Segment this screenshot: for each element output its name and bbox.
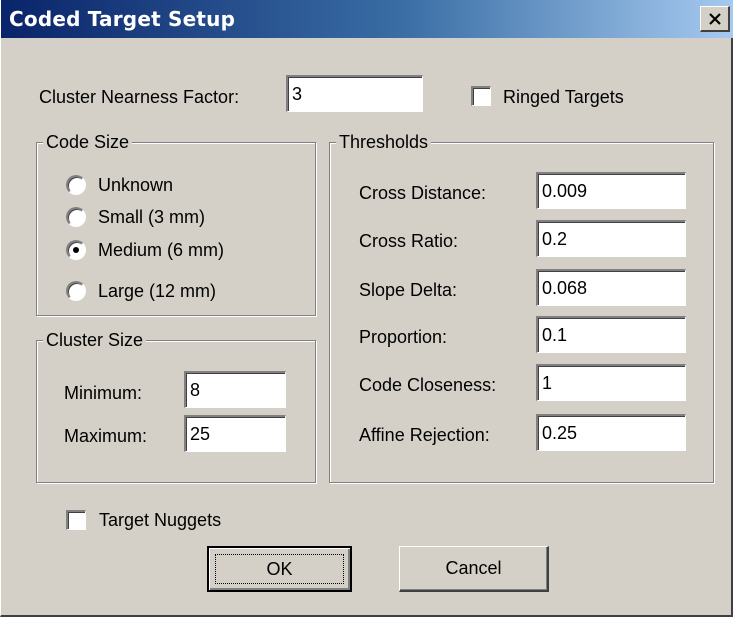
ok-button[interactable]: OK (207, 546, 352, 592)
code-size-small-radio[interactable] (66, 207, 86, 227)
cross-distance-label: Cross Distance: (359, 183, 487, 203)
slope-delta-label: Slope Delta: (359, 280, 458, 300)
affine-rejection-input[interactable] (536, 414, 686, 451)
proportion-input[interactable] (536, 316, 686, 353)
code-size-unknown-radio[interactable] (66, 175, 86, 195)
cross-ratio-label: Cross Ratio: (359, 231, 459, 251)
coded-target-setup-dialog: Coded Target Setup Cluster Nearness Fact… (0, 0, 733, 617)
code-closeness-input[interactable] (536, 364, 686, 401)
code-size-medium-label: Medium (6 mm) (98, 240, 225, 260)
close-icon (708, 12, 721, 25)
target-nuggets-label: Target Nuggets (99, 510, 222, 530)
cross-ratio-input[interactable] (536, 220, 686, 257)
window-title: Coded Target Setup (9, 7, 236, 31)
cluster-size-maximum-label: Maximum: (64, 426, 148, 446)
cross-distance-input[interactable] (536, 172, 686, 209)
slope-delta-input[interactable] (536, 269, 686, 306)
code-size-unknown-label: Unknown (98, 175, 174, 195)
code-size-large-radio[interactable] (66, 281, 86, 301)
cluster-size-minimum-label: Minimum: (64, 383, 143, 403)
cluster-nearness-input[interactable] (286, 75, 423, 112)
ringed-targets-checkbox[interactable] (471, 86, 491, 106)
title-bar[interactable]: Coded Target Setup (1, 0, 733, 38)
focus-rect (215, 554, 344, 584)
target-nuggets-checkbox[interactable] (66, 510, 86, 530)
cancel-button-label: Cancel (445, 558, 502, 578)
cancel-button[interactable]: Cancel (399, 546, 549, 592)
code-size-small-label: Small (3 mm) (98, 207, 205, 227)
cluster-size-title: Cluster Size (43, 328, 147, 352)
close-button[interactable] (700, 6, 730, 32)
code-size-medium-radio[interactable] (66, 240, 86, 260)
code-closeness-label: Code Closeness: (359, 375, 497, 395)
proportion-label: Proportion: (359, 327, 448, 347)
cluster-nearness-label: Cluster Nearness Factor: (39, 87, 240, 107)
cluster-size-minimum-input[interactable] (184, 371, 286, 408)
cluster-size-group: Cluster Size (36, 328, 316, 483)
cluster-size-maximum-input[interactable] (184, 415, 286, 452)
thresholds-title: Thresholds (336, 130, 432, 154)
code-size-title: Code Size (43, 130, 133, 154)
ringed-targets-label: Ringed Targets (503, 87, 624, 107)
code-size-large-label: Large (12 mm) (98, 281, 217, 301)
affine-rejection-label: Affine Rejection: (359, 425, 490, 445)
